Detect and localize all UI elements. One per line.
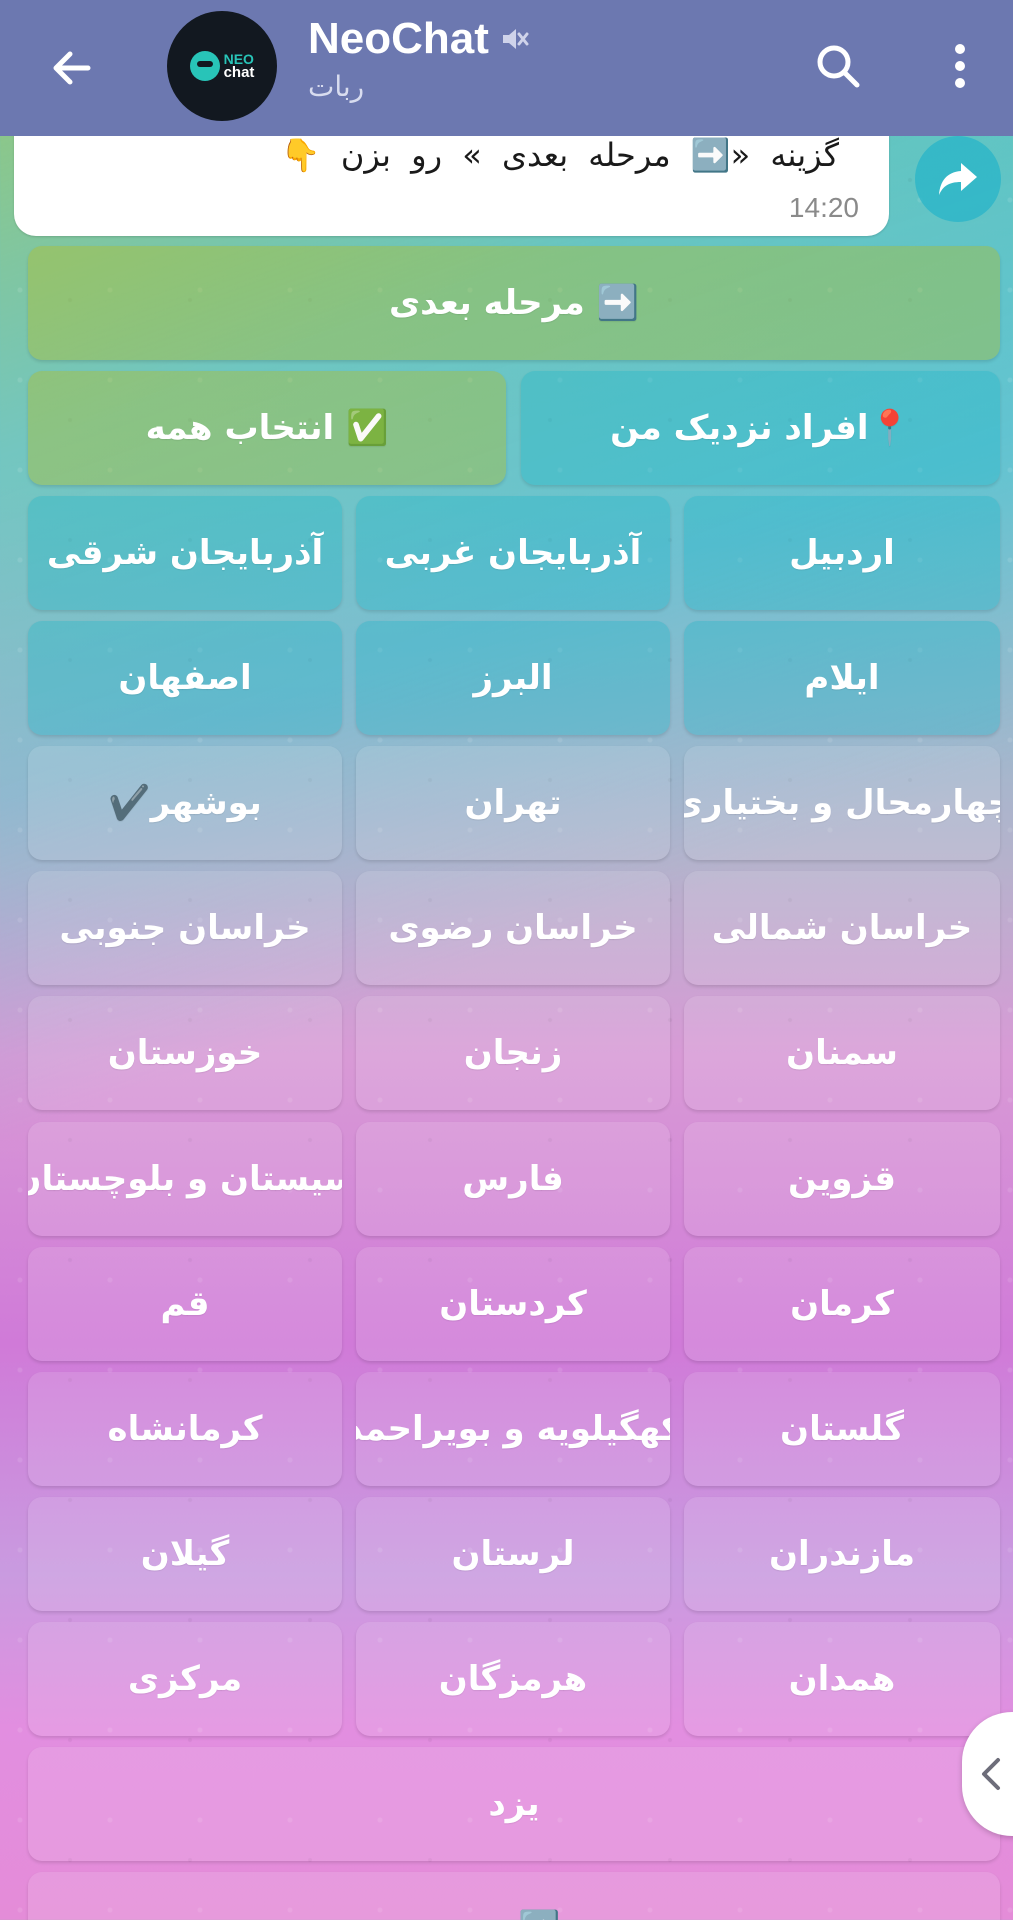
chat-subtitle: ربات	[308, 70, 365, 103]
neochat-logo-icon	[189, 51, 220, 81]
province-button[interactable]: ایلام	[684, 621, 1000, 735]
chat-header: NEO chat NeoChat ربات	[0, 0, 1013, 136]
message-text: گزینه «➡️ مرحله بعدی » رو بزن 👇	[280, 136, 839, 174]
province-button[interactable]: بوشهر✔️	[28, 746, 342, 860]
chat-title-area[interactable]: NeoChat ربات	[308, 14, 529, 103]
province-button[interactable]: خراسان رضوی	[356, 871, 670, 985]
province-button[interactable]: قم	[28, 1247, 342, 1361]
province-button[interactable]: سیستان و بلوچستان	[28, 1122, 342, 1236]
muted-icon	[502, 29, 529, 49]
province-button[interactable]: زنجان	[356, 996, 670, 1110]
forward-icon	[939, 163, 977, 195]
chevron-left-icon	[982, 1758, 1000, 1790]
select-all-button[interactable]: ✅ انتخاب همه	[28, 371, 506, 485]
more-menu-button[interactable]	[940, 36, 980, 96]
province-button[interactable]: تهران	[356, 746, 670, 860]
province-button[interactable]: آذربایجان غربی	[356, 496, 670, 610]
more-vertical-icon	[955, 44, 965, 88]
province-button[interactable]: قزوین	[684, 1122, 1000, 1236]
province-button[interactable]: گلستان	[684, 1372, 1000, 1486]
province-button[interactable]: کردستان	[356, 1247, 670, 1361]
province-button[interactable]: همدان	[684, 1622, 1000, 1736]
province-button[interactable]: گیلان	[28, 1497, 342, 1611]
arrow-left-icon	[53, 51, 91, 85]
message-time: 14:20	[788, 192, 859, 223]
province-button[interactable]: خوزستان	[28, 996, 342, 1110]
forward-button[interactable]	[915, 136, 1001, 222]
province-button[interactable]: لرستان	[356, 1497, 670, 1611]
back-button[interactable]	[42, 38, 102, 98]
province-button[interactable]: فارس	[356, 1122, 670, 1236]
province-button[interactable]: اصفهان	[28, 621, 342, 735]
province-button[interactable]: اردبیل	[684, 496, 1000, 610]
search-icon	[817, 45, 860, 88]
province-button[interactable]: هرمزگان	[356, 1622, 670, 1736]
province-button[interactable]: کرمانشاه	[28, 1372, 342, 1486]
province-button[interactable]: چهارمحال و بختیاری	[684, 746, 1000, 860]
province-button[interactable]: مازندران	[684, 1497, 1000, 1611]
province-button[interactable]: کهگیلویه و بویراحمد	[356, 1372, 670, 1486]
near-me-button[interactable]: 📍افراد نزدیک من	[521, 371, 1000, 485]
logo-text-chat: chat	[223, 64, 255, 81]
province-button-yazd[interactable]: یزد	[28, 1747, 1000, 1861]
chat-title: NeoChat	[308, 14, 489, 63]
next-step-button[interactable]: ➡️ مرحله بعدی	[28, 246, 1000, 360]
province-button[interactable]: کرمان	[684, 1247, 1000, 1361]
province-button[interactable]: آذربایجان شرقی	[28, 496, 342, 610]
bottom-next-button[interactable]: ➡️ ...	[28, 1872, 1000, 1920]
search-button[interactable]	[808, 36, 868, 96]
province-button[interactable]: مرکزی	[28, 1622, 342, 1736]
message-bubble[interactable]: گزینه «➡️ مرحله بعدی » رو بزن 👇 14:20	[14, 120, 889, 236]
province-button[interactable]: خراسان شمالی	[684, 871, 1000, 985]
province-button[interactable]: خراسان جنوبی	[28, 871, 342, 985]
province-button[interactable]: سمنان	[684, 996, 1000, 1110]
province-button[interactable]: البرز	[356, 621, 670, 735]
avatar[interactable]: NEO chat	[167, 11, 277, 121]
